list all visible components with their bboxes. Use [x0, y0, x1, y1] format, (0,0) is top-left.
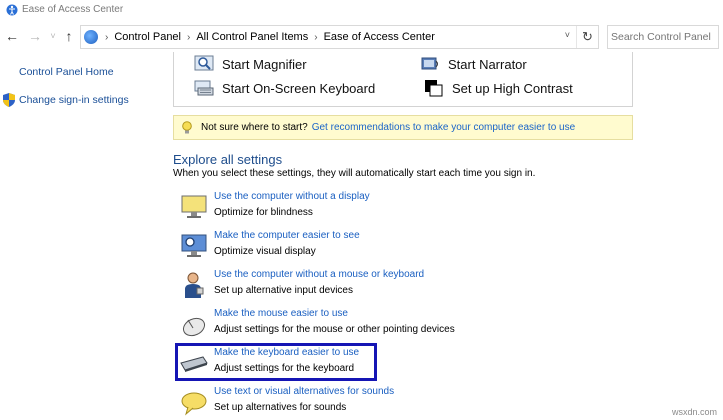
setting-without-mouse-keyboard[interactable]: Use the computer without a mouse or keyb… — [177, 269, 477, 303]
shield-icon — [3, 93, 15, 107]
quick-access-tools: Start Magnifier Start Narrator Start On-… — [173, 52, 633, 107]
search-input[interactable] — [611, 27, 717, 47]
explore-all-settings-heading: Explore all settings — [173, 152, 283, 167]
breadcrumb-control-panel[interactable]: Control Panel — [114, 31, 181, 43]
highlight-annotation-box — [175, 343, 377, 381]
setting-title[interactable]: Make the mouse easier to use — [214, 308, 348, 319]
up-arrow-icon[interactable]: ↑ — [61, 28, 77, 44]
breadcrumb-separator-icon[interactable]: › — [187, 32, 190, 43]
start-magnifier-label: Start Magnifier — [222, 56, 307, 72]
set-up-high-contrast-button[interactable]: Set up High Contrast — [424, 79, 573, 97]
on-screen-keyboard-icon — [194, 80, 214, 96]
start-narrator-label: Start Narrator — [448, 56, 527, 72]
speech-bubble-icon — [181, 392, 207, 416]
ease-of-access-icon — [6, 4, 18, 16]
setting-description: Optimize for blindness — [214, 207, 313, 218]
setting-description: Set up alternative input devices — [214, 285, 353, 296]
setting-title[interactable]: Make the computer easier to see — [214, 230, 360, 241]
recent-locations-chevron-icon[interactable]: ˅ — [45, 28, 61, 44]
setting-without-display[interactable]: Use the computer without a display Optim… — [177, 191, 477, 225]
get-recommendations-link[interactable]: Get recommendations to make your compute… — [312, 122, 575, 133]
address-dropdown-icon[interactable]: ˅ — [565, 30, 570, 40]
setting-easier-to-see[interactable]: Make the computer easier to see Optimize… — [177, 230, 477, 264]
control-panel-icon — [84, 30, 98, 44]
change-sign-in-settings-link[interactable]: Change sign-in settings — [19, 94, 129, 106]
setting-title[interactable]: Use the computer without a display — [214, 191, 370, 202]
high-contrast-icon — [425, 80, 443, 97]
setting-mouse-easier[interactable]: Make the mouse easier to use Adjust sett… — [177, 308, 477, 342]
setting-description: Set up alternatives for sounds — [214, 402, 347, 413]
left-pane: Control Panel Home Change sign-in settin… — [0, 52, 160, 420]
person-icon — [185, 272, 204, 298]
start-on-screen-keyboard-label: Start On-Screen Keyboard — [222, 80, 376, 96]
title-bar: Ease of Access Center — [0, 0, 723, 22]
control-panel-home-link[interactable]: Control Panel Home — [19, 66, 114, 78]
monitor-icon — [181, 195, 207, 218]
address-bar[interactable]: › Control Panel › All Control Panel Item… — [80, 25, 599, 49]
breadcrumb: › Control Panel › All Control Panel Item… — [99, 26, 435, 48]
lightbulb-icon — [182, 120, 192, 133]
window-title: Ease of Access Center — [22, 4, 124, 15]
set-up-high-contrast-label: Set up High Contrast — [452, 80, 573, 96]
mouse-icon — [182, 317, 206, 337]
start-magnifier-button[interactable]: Start Magnifier — [194, 55, 307, 73]
watermark: wsxdn.com — [671, 407, 717, 417]
explore-description: When you select these settings, they wil… — [173, 168, 536, 179]
setting-description: Optimize visual display — [214, 246, 316, 257]
display-magnify-icon — [181, 234, 207, 257]
breadcrumb-separator-icon[interactable]: › — [314, 32, 317, 43]
tip-text: Not sure where to start? — [201, 122, 308, 133]
start-narrator-button[interactable]: Start Narrator — [420, 55, 527, 73]
narrator-icon — [421, 57, 438, 70]
back-arrow-icon[interactable]: ← — [4, 28, 20, 44]
breadcrumb-all-items[interactable]: All Control Panel Items — [196, 31, 308, 43]
setting-title[interactable]: Use text or visual alternatives for soun… — [214, 386, 394, 397]
magnifier-icon — [194, 55, 214, 71]
recommendation-tip-bar: Not sure where to start? Get recommendat… — [173, 115, 633, 140]
forward-arrow-icon[interactable]: → — [27, 28, 43, 44]
breadcrumb-separator-icon: › — [105, 31, 109, 43]
breadcrumb-ease-of-access[interactable]: Ease of Access Center — [324, 31, 435, 43]
setting-sound-alternatives[interactable]: Use text or visual alternatives for soun… — [177, 386, 477, 420]
navigation-bar: ← → ˅ ↑ › Control Panel › All Control Pa… — [0, 22, 723, 52]
refresh-icon[interactable]: ↻ — [576, 26, 598, 48]
start-on-screen-keyboard-button[interactable]: Start On-Screen Keyboard — [194, 79, 375, 97]
search-box[interactable] — [607, 25, 719, 49]
setting-title[interactable]: Use the computer without a mouse or keyb… — [214, 269, 424, 280]
setting-description: Adjust settings for the mouse or other p… — [214, 324, 455, 335]
